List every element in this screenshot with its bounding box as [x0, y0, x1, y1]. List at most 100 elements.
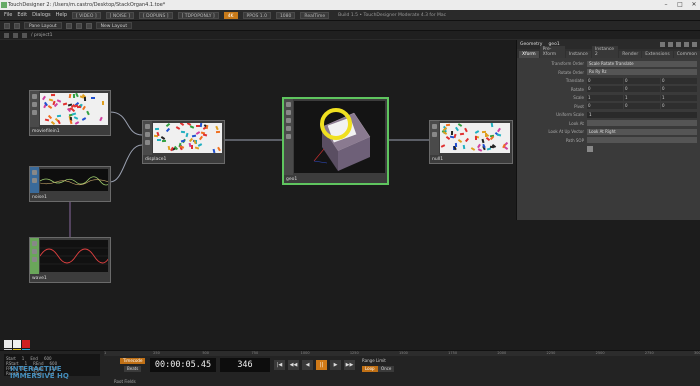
bypass-icon[interactable] [286, 110, 291, 115]
menu-dialogs[interactable]: Dialogs [32, 12, 51, 18]
bypass-icon[interactable] [432, 132, 437, 137]
close-button[interactable]: ✕ [690, 0, 698, 10]
node-label[interactable]: moviefilein1 [32, 129, 60, 134]
node-geo[interactable]: geo1 [282, 97, 389, 185]
display-icon[interactable] [286, 126, 291, 131]
viewer-icon[interactable] [32, 170, 37, 175]
timecode-button[interactable]: Timecode [120, 358, 146, 364]
bypass-icon[interactable] [145, 132, 150, 137]
tab-instance[interactable]: Instance [565, 51, 591, 58]
reverse-button[interactable]: ◀ [302, 360, 313, 370]
back-icon[interactable] [4, 32, 9, 38]
uniform-scale-field[interactable]: 1 [587, 111, 697, 118]
translate-z-field[interactable]: 0 [661, 77, 697, 84]
resolution-badge[interactable]: 4K [223, 11, 238, 19]
transform-order-menu[interactable]: Scale Rotate Translate [587, 60, 697, 67]
scale-y-field[interactable]: 1 [624, 94, 660, 101]
frame-display[interactable]: 346 [220, 358, 270, 372]
node-noise[interactable]: noise1 [29, 166, 111, 202]
node-label[interactable]: wave1 [32, 276, 47, 281]
node-label[interactable]: geo1 [286, 177, 297, 182]
toggle-switch[interactable] [587, 145, 593, 152]
timeline-ruler[interactable]: 1 250 500 750 1000 1250 1500 1750 2000 2250 2500 27… [104, 351, 700, 356]
lock-icon[interactable] [145, 140, 150, 145]
expand-icon[interactable] [692, 42, 697, 47]
layout-col-icon[interactable] [85, 22, 92, 29]
step-back-button[interactable]: ◀◀ [288, 360, 299, 370]
layout-row-icon[interactable] [75, 22, 82, 29]
node-wave[interactable]: wave1 [29, 237, 111, 283]
translate-x-field[interactable]: 0 [587, 77, 623, 84]
palette-swatch[interactable] [4, 340, 12, 348]
pivot-x-field[interactable]: 0 [587, 103, 623, 110]
rotate-x-field[interactable]: 0 [587, 86, 623, 93]
tab-common[interactable]: Common [673, 51, 700, 58]
forward-icon[interactable] [13, 32, 18, 38]
palette-tag-video[interactable]: [ VIDEO ] [72, 11, 101, 19]
help-icon[interactable] [660, 42, 665, 47]
once-button[interactable]: Once [378, 366, 395, 372]
tab-render[interactable]: Render [619, 51, 642, 58]
node-label[interactable]: noise1 [32, 195, 47, 200]
ppos-badge[interactable]: PPOS 1.0 [242, 11, 271, 19]
beats-button[interactable]: Beats [124, 366, 142, 372]
scale-z-field[interactable]: 1 [661, 94, 697, 101]
step-forward-button[interactable]: ▶▶ [344, 360, 355, 370]
rotate-z-field[interactable]: 0 [661, 86, 697, 93]
info-icon[interactable] [668, 42, 673, 47]
realtime-toggle[interactable]: RealTime [300, 11, 330, 19]
new-layout-button[interactable]: New Layout [95, 22, 133, 29]
lock-icon[interactable] [286, 118, 291, 123]
pane-layout-button[interactable]: Pane Layout [24, 22, 62, 29]
pivot-y-field[interactable]: 0 [624, 103, 660, 110]
maximize-button[interactable]: □ [676, 0, 684, 10]
network-path[interactable]: / project1 [31, 33, 52, 38]
go-to-start-button[interactable]: |◀ [274, 360, 285, 370]
lock-icon[interactable] [32, 110, 37, 115]
split-vertical-icon[interactable] [14, 22, 20, 29]
viewer-icon[interactable] [32, 94, 37, 99]
palette-swatch[interactable] [13, 340, 21, 348]
menu-file[interactable]: File [4, 12, 12, 18]
look-at-field[interactable] [587, 120, 697, 127]
timecode-display[interactable]: 00:00:05.45 [150, 358, 216, 372]
node-displace[interactable]: displace1 [142, 120, 225, 164]
bypass-icon[interactable] [32, 249, 37, 254]
palette-tag-tdpoponly[interactable]: [ TDPOPONLY ] [177, 11, 219, 19]
render-icon[interactable] [286, 134, 291, 139]
viewer-icon[interactable] [432, 124, 437, 129]
lock-icon[interactable] [32, 257, 37, 262]
tab-xform[interactable]: Xform [519, 51, 539, 58]
path-sop-field[interactable] [587, 137, 697, 144]
split-icon[interactable] [4, 22, 10, 29]
tab-extensions[interactable]: Extensions [642, 51, 673, 58]
rotate-order-menu[interactable]: Rx Ry Rz [587, 69, 697, 76]
scale-x-field[interactable]: 1 [587, 94, 623, 101]
pivot-z-field[interactable]: 0 [661, 103, 697, 110]
minimize-button[interactable]: – [662, 0, 670, 10]
gear-icon[interactable] [676, 42, 681, 47]
rotate-y-field[interactable]: 0 [624, 86, 660, 93]
bypass-icon[interactable] [32, 102, 37, 107]
viewer-icon[interactable] [32, 241, 37, 246]
menu-help[interactable]: Help [56, 12, 67, 18]
menu-edit[interactable]: Edit [17, 12, 27, 18]
look-at-up-menu[interactable]: Look At Right [587, 128, 697, 135]
palette-tag-noise[interactable]: [ NOISE ] [105, 11, 134, 19]
python-icon[interactable] [684, 42, 689, 47]
bypass-icon[interactable] [32, 178, 37, 183]
node-moviefilein[interactable]: moviefilein1 [29, 90, 111, 136]
tab-pre-xform[interactable]: Pre-Xform [539, 46, 565, 58]
palette-tag-dopuns[interactable]: [ DOPUNS ] [138, 11, 173, 19]
node-label[interactable]: null1 [432, 157, 443, 162]
node-null[interactable]: null1 [429, 120, 513, 164]
viewer-icon[interactable] [145, 124, 150, 129]
pause-button[interactable]: || [316, 360, 327, 370]
node-label[interactable]: displace1 [145, 157, 166, 162]
viewer-icon[interactable] [286, 102, 291, 107]
layout-grid-icon[interactable] [65, 22, 72, 29]
output-badge[interactable]: 1080 [275, 11, 296, 19]
tab-instance-2[interactable]: Instance 2 [591, 46, 619, 58]
loop-button[interactable]: Loop [362, 366, 378, 372]
translate-y-field[interactable]: 0 [624, 77, 660, 84]
